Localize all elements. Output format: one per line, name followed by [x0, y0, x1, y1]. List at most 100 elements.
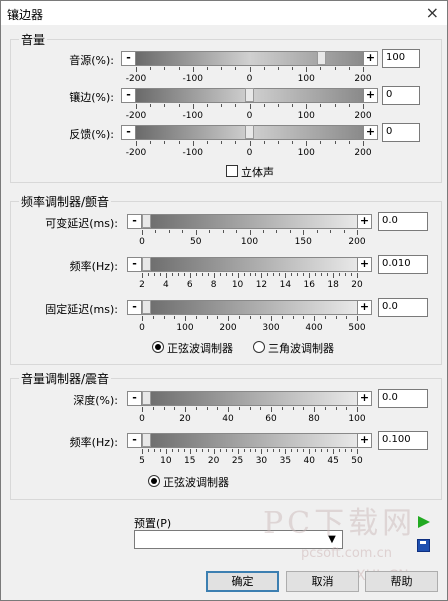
- tick-mark: [150, 104, 152, 107]
- checkbox-box[interactable]: [226, 165, 238, 177]
- slider[interactable]: - +: [127, 214, 372, 229]
- plus-icon[interactable]: +: [357, 392, 371, 405]
- minus-icon[interactable]: -: [122, 89, 136, 102]
- plus-icon[interactable]: +: [363, 52, 377, 65]
- plus-icon[interactable]: +: [357, 434, 371, 447]
- vol-radio-sine[interactable]: 正弦波调制器: [148, 474, 229, 490]
- tick-mark: [142, 449, 143, 454]
- tick-label: -200: [125, 111, 147, 121]
- plus-icon[interactable]: +: [357, 258, 371, 271]
- tick-label: 300: [262, 323, 280, 333]
- slider[interactable]: - +: [127, 391, 372, 406]
- tick-mark: [306, 104, 308, 109]
- tick-mark: [213, 273, 215, 278]
- slider-label: 固定延迟(ms):: [45, 303, 118, 316]
- tick-mark: [339, 449, 341, 452]
- cancel-button[interactable]: 取消: [286, 571, 359, 592]
- slider-thumb[interactable]: [245, 125, 254, 139]
- slider-track[interactable]: [142, 434, 357, 447]
- tick-mark: [316, 230, 318, 233]
- tick-label: 10: [160, 456, 172, 466]
- tick-mark: [262, 230, 264, 233]
- value-input[interactable]: 0.0: [378, 212, 428, 231]
- tick-mark: [315, 449, 317, 452]
- slider-thumb[interactable]: [245, 88, 254, 102]
- slider-thumb[interactable]: [142, 214, 151, 228]
- value-input[interactable]: 0: [382, 86, 420, 105]
- minus-icon[interactable]: -: [128, 215, 142, 228]
- value-input[interactable]: 0: [382, 123, 420, 142]
- tick-mark: [343, 230, 345, 233]
- tick-mark: [171, 449, 173, 452]
- slider[interactable]: - +: [121, 51, 378, 66]
- slider-thumb[interactable]: [142, 433, 151, 447]
- tick-mark: [221, 67, 223, 70]
- slider-track[interactable]: [136, 52, 363, 65]
- tick-mark: [346, 316, 348, 319]
- slider-label: 镶边(%):: [69, 91, 114, 104]
- slider-label: 反馈(%):: [69, 128, 114, 141]
- minus-icon[interactable]: -: [128, 301, 142, 314]
- minus-icon[interactable]: -: [128, 434, 142, 447]
- play-icon[interactable]: [418, 516, 430, 528]
- tick-label: -100: [182, 74, 203, 84]
- slider-thumb[interactable]: [142, 257, 151, 271]
- plus-icon[interactable]: +: [357, 301, 371, 314]
- tick-mark: [164, 141, 166, 144]
- close-icon[interactable]: ×: [426, 3, 439, 22]
- radio-dot-icon[interactable]: [148, 475, 160, 487]
- minus-icon[interactable]: -: [122, 126, 136, 139]
- minus-icon[interactable]: -: [128, 258, 142, 271]
- tick-label: 20: [179, 414, 191, 424]
- tick-mark: [315, 273, 317, 276]
- tick-mark: [249, 104, 251, 109]
- slider-track[interactable]: [142, 392, 357, 405]
- slider[interactable]: - +: [127, 257, 372, 272]
- tick-mark: [189, 273, 191, 278]
- stereo-label: 立体声: [241, 166, 274, 179]
- plus-icon[interactable]: +: [363, 89, 377, 102]
- freq-radio-triangle[interactable]: 三角波调制器: [253, 340, 334, 356]
- watermark-sub: pcsoft.com.cn: [301, 546, 392, 561]
- tick-mark: [303, 230, 305, 235]
- slider-track[interactable]: [142, 215, 357, 228]
- slider-thumb[interactable]: [142, 300, 151, 314]
- slider-track[interactable]: [142, 258, 357, 271]
- tick-mark: [348, 67, 350, 70]
- slider-track[interactable]: [142, 301, 357, 314]
- plus-icon[interactable]: +: [363, 126, 377, 139]
- slider[interactable]: - +: [127, 300, 372, 315]
- tick-mark: [324, 407, 326, 410]
- help-button[interactable]: 帮助: [365, 571, 438, 592]
- save-preset-icon[interactable]: [417, 539, 430, 552]
- minus-icon[interactable]: -: [128, 392, 142, 405]
- tick-mark: [306, 141, 308, 146]
- minus-icon[interactable]: -: [122, 52, 136, 65]
- slider[interactable]: - +: [127, 433, 372, 448]
- tick-mark: [228, 407, 229, 412]
- value-input[interactable]: 0.100: [378, 431, 428, 450]
- value-input[interactable]: 0.0: [378, 389, 428, 408]
- radio-dot-icon[interactable]: [152, 341, 164, 353]
- slider[interactable]: - +: [121, 88, 378, 103]
- freq-radio-sine[interactable]: 正弦波调制器: [152, 340, 233, 356]
- value-input[interactable]: 0.010: [378, 255, 428, 274]
- tick-mark: [136, 67, 137, 72]
- slider-thumb[interactable]: [316, 51, 326, 65]
- vol-mod-legend: 音量调制器/震音: [21, 372, 110, 386]
- slider-thumb[interactable]: [142, 391, 151, 405]
- tick-mark: [136, 141, 137, 146]
- tick-label: 20: [351, 280, 363, 290]
- stereo-checkbox[interactable]: 立体声: [226, 164, 274, 180]
- tick-mark: [357, 449, 358, 454]
- tick-mark: [303, 273, 305, 276]
- ok-button[interactable]: 确定: [206, 571, 279, 592]
- value-input[interactable]: 100: [382, 49, 420, 68]
- radio-circle-icon[interactable]: [253, 341, 265, 353]
- tick-mark: [255, 449, 257, 452]
- plus-icon[interactable]: +: [357, 215, 371, 228]
- tick-mark: [346, 407, 348, 410]
- slider[interactable]: - +: [121, 125, 378, 140]
- tick-mark: [351, 449, 353, 452]
- value-input[interactable]: 0.0: [378, 298, 428, 317]
